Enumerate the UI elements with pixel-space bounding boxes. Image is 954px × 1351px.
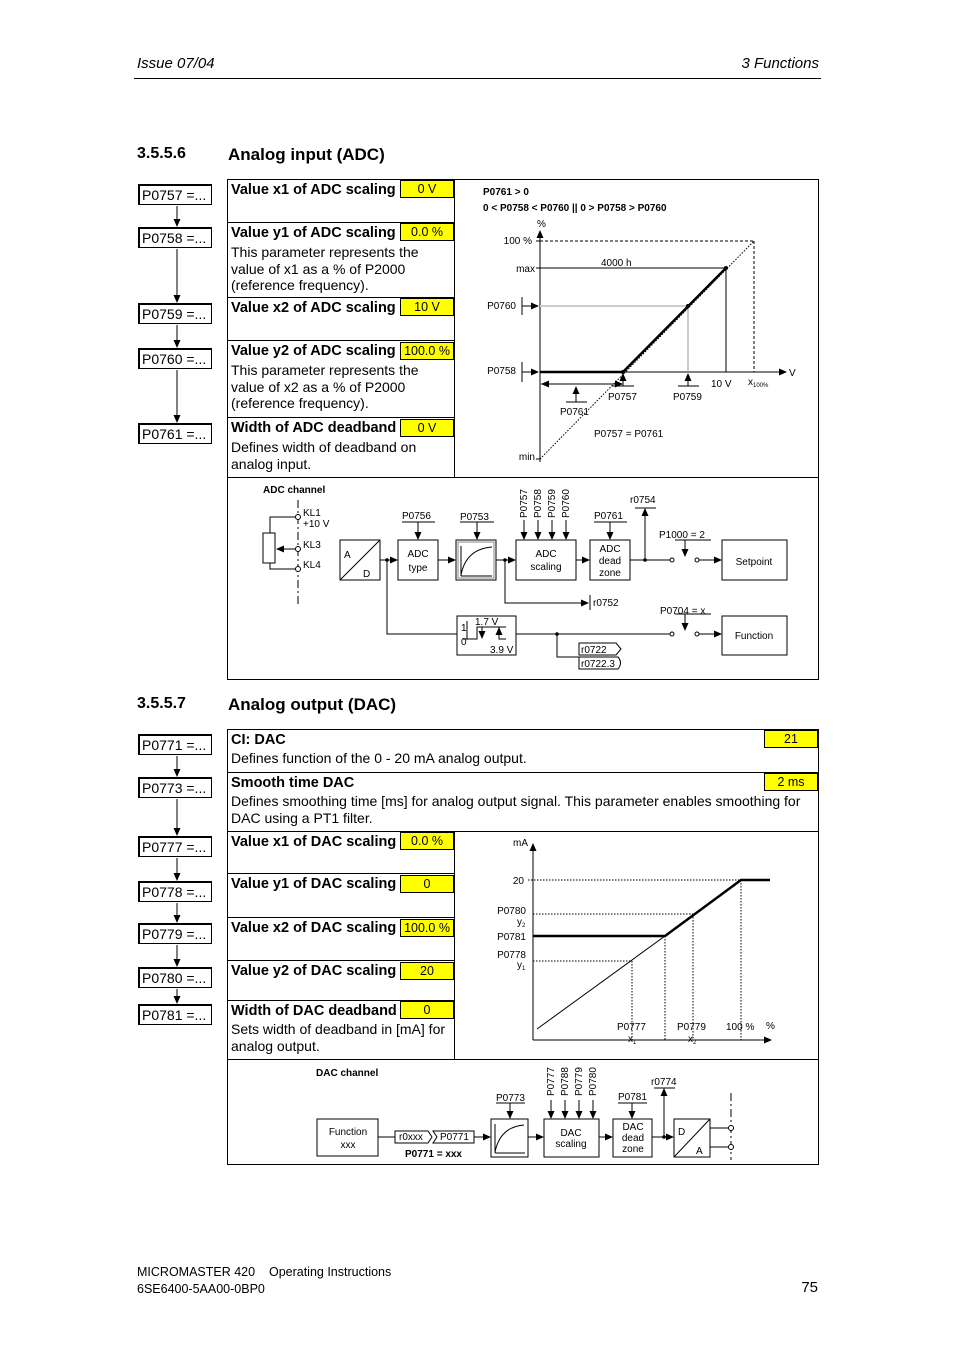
param-label: P0759	[547, 489, 558, 518]
adc-characteristic-graph: P0761 > 0 0 < P0758 < P0760 || 0 > P0758…	[483, 187, 796, 463]
terminal-label: +10 V	[303, 519, 330, 530]
block-label: type	[409, 563, 428, 574]
block-label: ADC	[599, 544, 620, 555]
y-label: P0778	[497, 950, 526, 961]
x-tick: 10 V	[711, 379, 732, 390]
block-label: scaling	[530, 562, 561, 573]
block-label: Setpoint	[736, 557, 773, 568]
param-label: P0780	[588, 1067, 599, 1096]
footer-order-number: 6SE6400-5AA00-0BP0	[137, 1282, 265, 1296]
param-label: r0752	[593, 598, 619, 609]
footer-product: MICROMASTER 420 Operating Instructions	[137, 1265, 392, 1279]
dac-channel-diagram: DAC channel Function xxx r0xxx P0771 P07…	[316, 1067, 734, 1160]
source-equation: P0771 = xxx	[405, 1149, 462, 1160]
graph-condition: 0 < P0758 < P0760 || 0 > P0758 > P0760	[483, 203, 667, 214]
x-tick: x100%	[748, 377, 769, 389]
x-label: P0777	[617, 1022, 646, 1033]
hysteresis-label: 1	[461, 623, 467, 634]
x-label: P0779	[677, 1022, 706, 1033]
hysteresis-label: 0	[461, 637, 467, 648]
page-number: 75	[801, 1279, 818, 1296]
signal-tag: r0xxx	[399, 1132, 423, 1143]
equation-label: P0757 = P0761	[594, 429, 664, 440]
signal-tag: r0722.3	[581, 659, 615, 670]
y-label: y1	[517, 960, 526, 972]
param-label: r0754	[630, 495, 656, 506]
block-label: scaling	[555, 1139, 586, 1150]
x-label: P0759	[673, 392, 702, 403]
block-label: xxx	[341, 1140, 356, 1151]
y-label: P0758	[487, 366, 516, 377]
param-label: P0773	[496, 1093, 525, 1104]
y-tick: 100 %	[504, 236, 532, 247]
y-axis-unit: mA	[513, 838, 528, 849]
block-label: DAC	[560, 1128, 581, 1139]
block-label: Function	[329, 1127, 367, 1138]
block-label: Function	[735, 631, 773, 642]
x-tick: 100 %	[726, 1022, 754, 1033]
y-tick: min	[519, 452, 535, 463]
channel-title: DAC channel	[316, 1068, 378, 1079]
hysteresis-label: 3.9 V	[490, 645, 514, 656]
param-label: P0788	[560, 1067, 571, 1096]
terminal-label: KL4	[303, 560, 321, 571]
block-label: zone	[599, 568, 621, 579]
diagrams: P0761 > 0 0 < P0758 < P0760 || 0 > P0758…	[173, 187, 796, 1160]
block-label: dead	[622, 1133, 644, 1144]
signal-tag: r0722	[581, 645, 607, 656]
block-label: ADC	[407, 549, 428, 560]
param-label: P0753	[460, 512, 489, 523]
terminal-label: KL3	[303, 540, 321, 551]
signal-tag: P0771	[440, 1132, 469, 1143]
ad-label: D	[363, 569, 370, 580]
param-label: P0781	[618, 1092, 647, 1103]
block-label: dead	[599, 556, 621, 567]
y-label: y2	[517, 917, 526, 929]
channel-title: ADC channel	[263, 485, 325, 496]
switch-label: P0704 = x	[660, 606, 705, 617]
y-axis-unit: %	[537, 219, 546, 230]
x-axis-unit: V	[789, 368, 796, 379]
x-label: P0761	[560, 407, 589, 418]
graph-condition: P0761 > 0	[483, 187, 529, 198]
y-tick: max	[516, 264, 535, 275]
terminal-label: KL1	[303, 508, 321, 519]
x-label: x2	[688, 1034, 697, 1046]
y-label: P0780	[497, 906, 526, 917]
param-label: P0758	[533, 489, 544, 518]
switch-label: P1000 = 2	[659, 530, 705, 541]
adc-channel-diagram: ADC channel KL1 +10 V KL3 KL4 A D P0756 …	[262, 485, 788, 670]
ad-label: A	[344, 550, 351, 561]
x-label: x1	[628, 1034, 637, 1046]
da-label: D	[678, 1127, 685, 1138]
y-label: P0781	[497, 932, 526, 943]
param-label: P0756	[402, 511, 431, 522]
block-label: zone	[622, 1144, 644, 1155]
x-axis-unit: %	[766, 1021, 775, 1032]
param-label: P0777	[546, 1067, 557, 1096]
y-tick: 20	[513, 876, 525, 887]
param-label: P0757	[519, 489, 530, 518]
x-label: P0757	[608, 392, 637, 403]
param-label: r0774	[651, 1077, 677, 1088]
block-label: DAC	[622, 1122, 643, 1133]
da-label: A	[696, 1146, 703, 1157]
dac-characteristic-graph: mA % 20 P0780 y2 P0781 P0778 y1 P0777 x1…	[497, 838, 775, 1046]
block-label: ADC	[535, 549, 556, 560]
hysteresis-label: 1.7 V	[475, 617, 499, 628]
param-label: P0761	[594, 511, 623, 522]
param-label: P0779	[574, 1067, 585, 1096]
param-label: P0760	[561, 489, 572, 518]
hex-label: 4000 h	[601, 258, 632, 269]
y-label: P0760	[487, 301, 516, 312]
